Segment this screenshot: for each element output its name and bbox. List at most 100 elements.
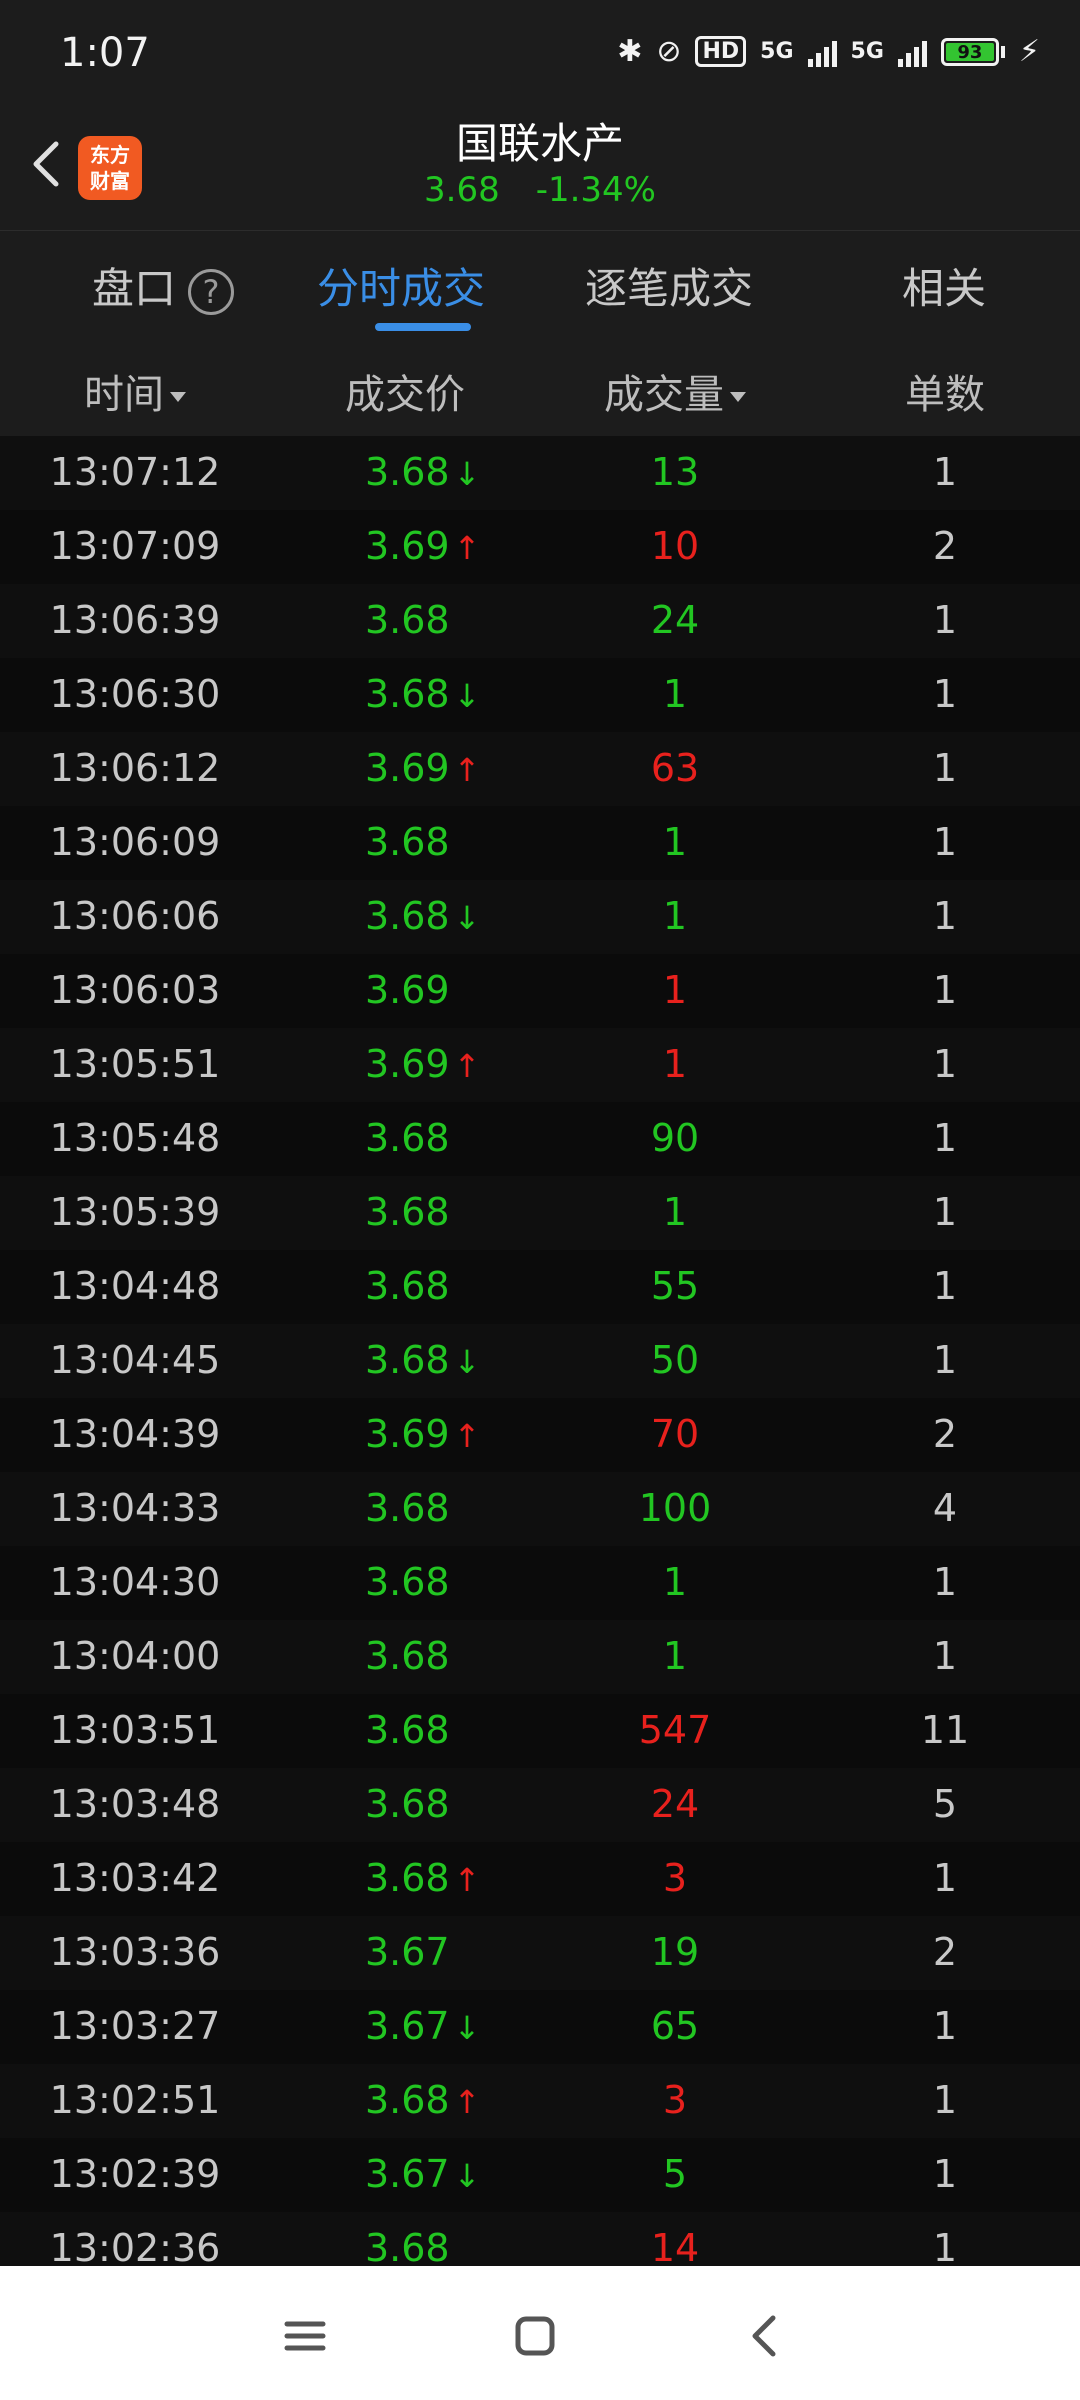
trade-time: 13:03:51 [49,1708,221,1752]
trade-price: 3.67 [365,2152,450,2196]
trade-volume: 1 [662,1042,688,1086]
trade-count: 1 [932,820,958,864]
table-row: 13:05:51 3.69 ↑ 1 1 [0,1028,1080,1103]
table-row: 13:04:33 3.68 100 4 [0,1472,1080,1547]
trade-count: 1 [932,2004,958,2048]
menu-icon[interactable] [275,2306,335,2366]
trade-price: 3.68 [365,1116,450,1160]
trade-price: 3.68 [365,2078,450,2122]
arrow-up-icon: ↑ [453,1417,481,1455]
tab-related[interactable]: 相关 [902,255,986,316]
table-row: 13:03:36 3.67 19 2 [0,1916,1080,1991]
column-count: 单数 [905,372,985,418]
trade-count: 1 [932,968,958,1012]
trade-price: 3.68 [365,1486,450,1530]
column-volume[interactable]: 成交量 [575,362,775,420]
arrow-down-icon: ↓ [453,899,481,937]
table-row: 13:03:48 3.68 24 5 [0,1768,1080,1843]
trade-count: 2 [932,524,958,568]
hd-icon: HD [695,36,747,67]
table-row: 13:06:09 3.68 1 1 [0,806,1080,881]
trade-price: 3.68 [365,1338,450,1382]
trade-volume: 1 [662,968,688,1012]
table-row: 13:04:00 3.68 1 1 [0,1620,1080,1695]
column-time[interactable]: 时间 [0,362,270,420]
trade-volume: 1 [662,672,688,716]
trade-count: 1 [932,894,958,938]
table-row: 13:04:39 3.69 ↑ 70 2 [0,1398,1080,1473]
trade-volume: 90 [650,1116,700,1160]
arrow-down-icon: ↓ [453,2009,481,2047]
table-row: 13:03:51 3.68 547 11 [0,1694,1080,1769]
trade-time: 13:06:06 [49,894,221,938]
trade-time: 13:06:09 [49,820,221,864]
trade-volume: 14 [650,2226,700,2266]
trade-price-cell: 3.68 ↓ [365,894,480,938]
trade-price-cell: 3.69 ↑ [365,746,480,790]
trade-price-cell: 3.68 [365,1116,450,1160]
trade-price-cell: 3.68 [365,1486,450,1530]
table-row: 13:03:27 3.67 ↓ 65 1 [0,1990,1080,2065]
trade-count: 1 [932,672,958,716]
trade-volume: 547 [638,1708,712,1752]
arrow-down-icon: ↓ [453,2157,481,2195]
trade-price: 3.68 [365,450,450,494]
arrow-up-icon: ↑ [453,1047,481,1085]
help-icon[interactable]: ? [188,268,235,315]
trade-count: 1 [932,1634,958,1678]
trade-volume: 3 [662,1856,688,1900]
table-row: 13:06:30 3.68 ↓ 1 1 [0,658,1080,733]
table-row: 13:02:36 3.68 14 1 [0,2212,1080,2266]
trade-count: 2 [932,1412,958,1456]
tab-label: 盘口 [92,264,177,313]
arrow-up-icon: ↑ [453,1861,481,1899]
trade-count: 1 [932,1560,958,1604]
trade-count: 1 [932,2078,958,2122]
trade-price-cell: 3.68 [365,820,450,864]
trade-count: 1 [932,746,958,790]
trade-count: 1 [932,1190,958,1234]
trade-price: 3.68 [365,1560,450,1604]
table-row: 13:06:39 3.68 24 1 [0,584,1080,659]
trade-price: 3.69 [365,746,450,790]
trade-price-cell: 3.68 [365,2226,450,2266]
trade-volume: 5 [662,2152,688,2196]
status-bar: 1:07 ✱ ⊘ HD 5G 5G 93 ⚡ [0,0,1080,110]
network-label-2: 5G [850,39,884,64]
trade-volume: 24 [650,1782,700,1826]
trade-price-cell: 3.67 ↓ [365,2152,480,2196]
table-row: 13:02:39 3.67 ↓ 5 1 [0,2138,1080,2213]
network-label-1: 5G [760,39,794,64]
signal-icon [807,37,837,67]
trade-count: 1 [932,2152,958,2196]
stock-name: 国联水产 [455,119,624,168]
table-row: 13:07:09 3.69 ↑ 10 2 [0,510,1080,585]
tab-tick-trades[interactable]: 逐笔成交 [585,255,753,316]
trade-time: 13:07:12 [49,450,221,494]
trade-volume: 1 [662,894,688,938]
trade-price-cell: 3.69 ↑ [365,524,480,568]
trade-price-cell: 3.68 ↓ [365,450,480,494]
stock-price: 3.68 [424,170,500,210]
trade-price: 3.68 [365,1782,450,1826]
trade-price-cell: 3.68 ↓ [365,1338,480,1382]
trade-price-cell: 3.67 [365,1930,450,1974]
column-price: 成交价 [345,372,465,418]
table-row: 13:06:03 3.69 1 1 [0,954,1080,1029]
trade-price-cell: 3.68 [365,1708,450,1752]
home-icon[interactable] [505,2306,565,2366]
trade-price: 3.68 [365,1856,450,1900]
tab-time-trades[interactable]: 分时成交 [317,255,485,316]
back-icon[interactable] [735,2306,795,2366]
trade-price-cell: 3.69 ↑ [365,1412,480,1456]
trade-count: 2 [932,1930,958,1974]
trade-count: 1 [932,2226,958,2266]
bluetooth-icon: ✱ [617,34,643,69]
trade-list[interactable]: 13:07:12 3.68 ↓ 13 1 13:07:09 3.69 ↑ 10 2 13:06:39… [0,436,1080,2266]
trade-volume: 1 [662,1634,688,1678]
table-row: 13:04:45 3.68 ↓ 50 1 [0,1324,1080,1399]
trade-time: 13:02:51 [49,2078,221,2122]
trade-time: 13:07:09 [49,524,221,568]
arrow-down-icon: ↓ [453,1343,481,1381]
tab-order-book[interactable]: 盘口? [92,255,235,316]
